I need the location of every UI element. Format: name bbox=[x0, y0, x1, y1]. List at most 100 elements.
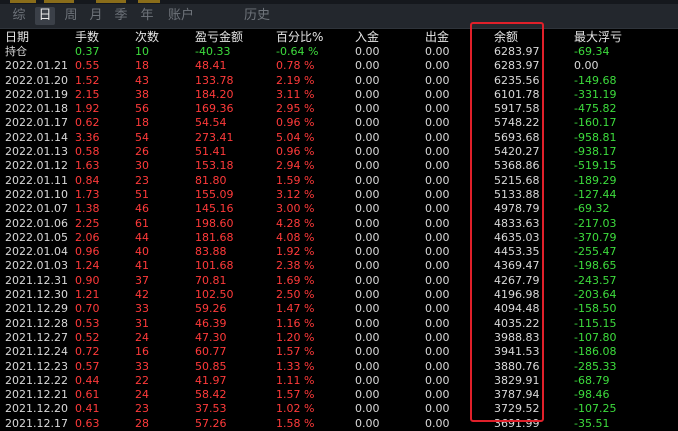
cell-lots: 0.58 bbox=[75, 145, 100, 159]
cell-lots: 0.61 bbox=[75, 388, 100, 402]
cell-percent: 0.96 % bbox=[276, 145, 315, 159]
cell-withdrawal: 0.00 bbox=[425, 87, 450, 101]
table-row[interactable]: 2022.01.18 1.92 56 169.36 2.95 % 0.00 0.00 5917… bbox=[0, 102, 678, 116]
cell-deposit: 0.00 bbox=[355, 359, 380, 373]
column-header-date: 日期 bbox=[5, 30, 30, 44]
table-row[interactable]: 2022.01.06 2.25 61 198.60 4.28 % 0.00 0.00 4833… bbox=[0, 217, 678, 231]
table-row[interactable]: 2022.01.04 0.96 40 83.88 1.92 % 0.00 0.00 4453.… bbox=[0, 245, 678, 259]
cell-percent: 1.47 % bbox=[276, 302, 315, 316]
table-row[interactable]: 2022.01.13 0.58 26 51.41 0.96 % 0.00 0.00 5420.… bbox=[0, 145, 678, 159]
cell-lots: 0.55 bbox=[75, 59, 100, 73]
cell-lots: 1.24 bbox=[75, 259, 100, 273]
cell-balance: 4035.22 bbox=[494, 316, 540, 330]
cell-date: 2021.12.22 bbox=[5, 373, 68, 387]
tab-quarterly[interactable]: 季 bbox=[112, 7, 130, 25]
table-row[interactable]: 2021.12.28 0.53 31 46.39 1.16 % 0.00 0.00 4035.… bbox=[0, 317, 678, 331]
table-row[interactable]: 2021.12.17 0.63 28 57.26 1.58 % 0.00 0.00 3691.… bbox=[0, 417, 678, 431]
table-row[interactable]: 2021.12.21 0.61 24 58.42 1.57 % 0.00 0.00 3787.… bbox=[0, 388, 678, 402]
tab-daily[interactable]: 日 bbox=[35, 7, 55, 25]
tab-account[interactable]: 账户 bbox=[166, 7, 196, 25]
cell-balance: 5748.22 bbox=[494, 116, 540, 130]
cell-percent: 2.19 % bbox=[276, 73, 315, 87]
column-header-balance: 余额 bbox=[494, 30, 519, 44]
cell-withdrawal: 0.00 bbox=[425, 216, 450, 230]
cell-balance: 5917.58 bbox=[494, 102, 540, 116]
holding-row[interactable]: 持仓 0.37 10 -40.33 -0.64 % 0.00 0.00 6283… bbox=[0, 45, 678, 59]
holding-max-drawdown: -69.34 bbox=[574, 45, 610, 58]
table-row[interactable]: 2022.01.21 0.55 18 48.41 0.78 % 0.00 0.00 6283.… bbox=[0, 59, 678, 73]
table-row[interactable]: 2022.01.17 0.62 18 54.54 0.96 % 0.00 0.00 5748.… bbox=[0, 116, 678, 130]
table-row[interactable]: 2022.01.14 3.36 54 273.41 5.04 % 0.00 0.00 5693… bbox=[0, 131, 678, 145]
cell-profit: 58.42 bbox=[195, 388, 227, 402]
table-row[interactable]: 2021.12.29 0.70 33 59.26 1.47 % 0.00 0.00 4094.… bbox=[0, 302, 678, 316]
table-row[interactable]: 2022.01.20 1.52 43 133.78 2.19 % 0.00 0.00 6235… bbox=[0, 74, 678, 88]
cell-max-drawdown: -115.15 bbox=[574, 316, 617, 330]
cell-trades: 28 bbox=[135, 416, 149, 430]
cell-withdrawal: 0.00 bbox=[425, 330, 450, 344]
cell-date: 2021.12.17 bbox=[5, 416, 68, 430]
tab-monthly[interactable]: 月 bbox=[87, 7, 105, 25]
table-row[interactable]: 2022.01.10 1.73 51 155.09 3.12 % 0.00 0.00 5133… bbox=[0, 188, 678, 202]
table-row[interactable]: 2022.01.03 1.24 41 101.68 2.38 % 0.00 0.00 4369… bbox=[0, 259, 678, 273]
cell-max-drawdown: -203.64 bbox=[574, 288, 617, 302]
cell-balance: 6235.56 bbox=[494, 73, 540, 87]
tab-summary[interactable]: 综 bbox=[10, 7, 28, 25]
cell-withdrawal: 0.00 bbox=[425, 273, 450, 287]
cell-deposit: 0.00 bbox=[355, 130, 380, 144]
holding-deposit: 0.00 bbox=[355, 45, 380, 58]
cell-percent: 1.58 % bbox=[276, 416, 315, 430]
cell-percent: 1.69 % bbox=[276, 273, 315, 287]
cell-max-drawdown: -186.08 bbox=[574, 345, 617, 359]
cell-max-drawdown: -198.65 bbox=[574, 259, 617, 273]
cell-balance: 5368.86 bbox=[494, 159, 540, 173]
cell-date: 2022.01.06 bbox=[5, 216, 68, 230]
cell-profit: 59.26 bbox=[195, 302, 227, 316]
cell-date: 2021.12.27 bbox=[5, 330, 68, 344]
table-row[interactable]: 2022.01.19 2.15 38 184.20 3.11 % 0.00 0.00 6101… bbox=[0, 88, 678, 102]
cell-withdrawal: 0.00 bbox=[425, 202, 450, 216]
cell-deposit: 0.00 bbox=[355, 59, 380, 73]
tab-weekly[interactable]: 周 bbox=[62, 7, 80, 25]
table-row[interactable]: 2022.01.05 2.06 44 181.68 4.08 % 0.00 0.00 4635… bbox=[0, 231, 678, 245]
cell-trades: 24 bbox=[135, 388, 149, 402]
table-row[interactable]: 2022.01.12 1.63 30 153.18 2.94 % 0.00 0.00 5368… bbox=[0, 159, 678, 173]
cell-date: 2022.01.14 bbox=[5, 130, 68, 144]
cell-date: 2021.12.29 bbox=[5, 302, 68, 316]
table-row[interactable]: 2021.12.31 0.90 37 70.81 1.69 % 0.00 0.00 4267.… bbox=[0, 274, 678, 288]
cell-max-drawdown: -107.80 bbox=[574, 330, 617, 344]
table-row[interactable]: 2021.12.24 0.72 16 60.77 1.57 % 0.00 0.00 3941.… bbox=[0, 345, 678, 359]
cell-max-drawdown: -127.44 bbox=[574, 187, 617, 201]
cell-profit: 102.50 bbox=[195, 288, 234, 302]
cell-trades: 24 bbox=[135, 330, 149, 344]
cell-trades: 16 bbox=[135, 345, 149, 359]
cell-percent: 5.04 % bbox=[276, 130, 315, 144]
cell-date: 2022.01.19 bbox=[5, 87, 68, 101]
column-header-profit: 盈亏金额 bbox=[195, 30, 244, 44]
cell-lots: 0.84 bbox=[75, 173, 100, 187]
table-row[interactable]: 2021.12.23 0.57 33 50.85 1.33 % 0.00 0.00 3880.… bbox=[0, 360, 678, 374]
cell-trades: 33 bbox=[135, 302, 149, 316]
cell-withdrawal: 0.00 bbox=[425, 288, 450, 302]
tab-history[interactable]: 历史 bbox=[242, 7, 272, 25]
cell-profit: 198.60 bbox=[195, 216, 234, 230]
daily-report-table: 日期 手数 次数 盈亏金额 百分比% 入金 出金 余额 最大浮亏 持仓 0.37… bbox=[0, 29, 678, 431]
cell-lots: 2.06 bbox=[75, 230, 100, 244]
cell-profit: 57.26 bbox=[195, 416, 227, 430]
column-header-lots: 手数 bbox=[75, 30, 100, 44]
cell-lots: 0.70 bbox=[75, 302, 100, 316]
cell-profit: 81.80 bbox=[195, 173, 227, 187]
cell-lots: 0.90 bbox=[75, 273, 100, 287]
cell-percent: 1.92 % bbox=[276, 245, 315, 259]
table-row[interactable]: 2021.12.30 1.21 42 102.50 2.50 % 0.00 0.00 4196… bbox=[0, 288, 678, 302]
cell-max-drawdown: -285.33 bbox=[574, 359, 617, 373]
cell-trades: 23 bbox=[135, 402, 149, 416]
table-row[interactable]: 2021.12.20 0.41 23 37.53 1.02 % 0.00 0.00 3729.… bbox=[0, 402, 678, 416]
table-row[interactable]: 2021.12.22 0.44 22 41.97 1.11 % 0.00 0.00 3829.… bbox=[0, 374, 678, 388]
cell-withdrawal: 0.00 bbox=[425, 159, 450, 173]
cell-date: 2021.12.28 bbox=[5, 316, 68, 330]
table-row[interactable]: 2021.12.27 0.52 24 47.30 1.20 % 0.00 0.00 3988.… bbox=[0, 331, 678, 345]
table-row[interactable]: 2022.01.11 0.84 23 81.80 1.59 % 0.00 0.00 5215.… bbox=[0, 174, 678, 188]
tab-yearly[interactable]: 年 bbox=[138, 7, 156, 25]
cell-balance: 4267.79 bbox=[494, 273, 540, 287]
table-row[interactable]: 2022.01.07 1.38 46 145.16 3.00 % 0.00 0.00 4978… bbox=[0, 202, 678, 216]
